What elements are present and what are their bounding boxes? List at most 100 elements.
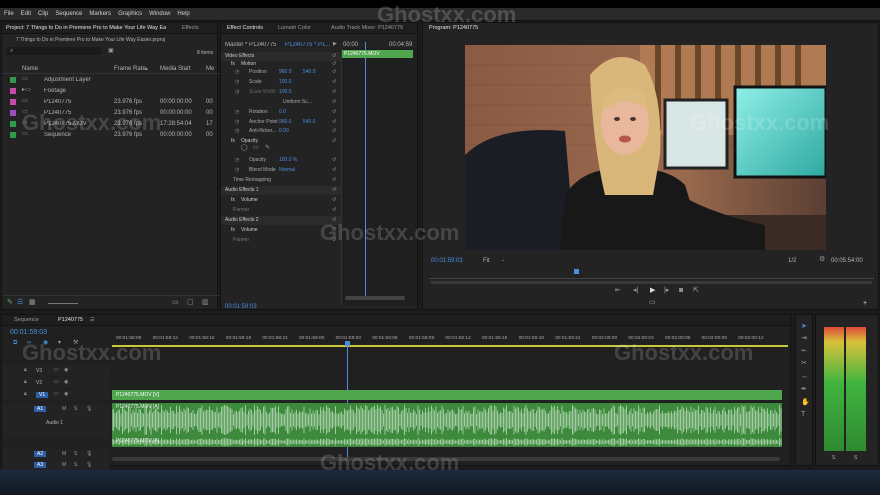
menu-item-edit[interactable]: Edit [17,8,34,17]
tab-effects[interactable]: Effects [182,25,199,31]
mic-icon[interactable]: 🎙︎ [86,462,92,469]
ec-playhead[interactable] [365,42,366,300]
col-name[interactable]: Name [22,66,38,72]
timeline-timecode[interactable]: 00:01:59:03 [10,329,47,336]
chevron-down-icon[interactable]: ⌄ [501,257,505,264]
tab-menu-icon[interactable]: ☰ [90,317,94,324]
program-scroll[interactable] [431,281,872,284]
wrench-icon[interactable]: ⚙ [819,256,825,263]
effect-row-scale_width[interactable]: ◷ Scale Width 100.0 ↺ [221,88,341,97]
program-timecode[interactable]: 00:01:59:03 [431,258,463,264]
reset-icon[interactable]: ↺ [332,79,336,86]
tab-project[interactable]: Project: 7 Things to Do in Premiere Pro … [6,25,166,31]
tab-lumetri-color[interactable]: Lumetri Color [278,25,311,31]
effect-row-anti[interactable]: ◷ Anti-flicker... 0.00 ↺ [221,127,341,136]
reset-icon[interactable]: ↺ [332,89,336,96]
rect-mask-icon[interactable]: ▭ [253,145,259,152]
stopwatch-icon[interactable]: ◷ [235,119,239,126]
effect-row-panner1[interactable]: Panner ↺ [221,206,341,215]
master-clip-label[interactable]: Master * P1240775... [225,42,277,48]
ripple-edit-tool-icon[interactable]: ⤝ [801,347,807,354]
audio-clip-a1[interactable]: P1240775.MOV [A] [112,403,782,437]
folder-icon[interactable]: ▣ [108,48,114,55]
fx-icon[interactable]: fx [231,61,235,68]
mic-icon[interactable]: 🎙︎ [86,406,92,413]
effect-value-y[interactable]: 540.0 [303,119,316,125]
resolution-dropdown[interactable]: 1/2 [788,258,796,264]
export-icon[interactable]: ⇱ [693,287,699,294]
clip-selector[interactable]: P1240775 * P1... [285,42,331,48]
step-forward-icon[interactable]: |▸ [664,287,669,294]
stopwatch-icon[interactable]: ◷ [235,79,239,86]
effect-row-uniform[interactable]: Uniform Sc... ↺ [221,98,341,107]
menu-item-file[interactable]: File [0,8,17,17]
program-playhead[interactable] [574,269,579,274]
razor-tool-icon[interactable]: ✂ [801,360,807,367]
project-item[interactable]: ▭ P1240775 23.976 fps 00:00:00:00 00 [2,97,219,108]
effect-row-position[interactable]: ◷ Position 960.0 540.0 ↺ [221,68,341,77]
reset-icon[interactable]: ↺ [332,207,336,214]
eye-icon[interactable]: ◉ [64,379,68,386]
effect-value[interactable]: 100.0 [279,89,292,95]
fx-icon[interactable]: fx [231,197,235,204]
menu-item-window[interactable]: Window [145,8,173,17]
audio-clip-a2[interactable]: P1240775.MOV [A] [112,437,782,447]
timeline-playhead-head[interactable] [345,341,350,346]
meter-solo-right[interactable]: S [854,455,857,461]
effect-row-scale[interactable]: ◷ Scale 100.0 ↺ [221,78,341,87]
new-item-icon[interactable]: ▢ [187,299,194,306]
hand-tool-icon[interactable]: ✋ [801,399,810,406]
lock-icon[interactable]: 🔒︎ [24,367,27,374]
fit-dropdown[interactable]: Fit [483,258,490,264]
track-header-v1[interactable]: 🔒︎ V1 ▭ ◉ [2,389,110,400]
effect-row-rotation[interactable]: ◷ Rotation 0.0 ↺ [221,108,341,117]
stopwatch-icon[interactable]: ◷ [235,89,239,96]
effect-row-opacity_label[interactable]: ◷ Opacity 100.0 % ↺ [221,156,341,165]
effect-value[interactable]: 960.0 [279,119,292,125]
camera-icon[interactable]: ◙ [679,287,683,294]
tab-p1240775[interactable]: P1240775 [58,317,83,323]
track-select-tool-icon[interactable]: ⇥ [801,335,807,342]
snap-icon[interactable]: ⧉ [13,340,17,347]
eye-icon[interactable]: ◉ [64,391,68,398]
new-bin-icon[interactable]: ▭ [172,299,179,306]
stopwatch-icon[interactable]: ◷ [235,69,239,76]
comparison-icon[interactable]: ▭ [649,299,656,306]
mic-icon[interactable]: 🎙︎ [86,451,92,458]
solo-icon[interactable]: S [74,451,77,458]
reset-icon[interactable]: ↺ [332,53,336,60]
col-media-start[interactable]: Media Start [160,66,191,72]
sync-lock-icon[interactable]: ▭ [54,367,59,374]
project-item[interactable]: ▭ Adjustment Layer [2,75,219,86]
pen-mask-icon[interactable]: ✎ [265,145,270,152]
reset-icon[interactable]: ↺ [332,177,336,184]
solo-icon[interactable]: S [74,406,77,413]
effect-value[interactable]: Normal [279,167,295,173]
eye-icon[interactable]: ◉ [64,367,68,374]
track-header-a2[interactable]: A2 M S 🎙︎ [2,449,110,459]
menu-item-help[interactable]: Help [173,8,192,17]
menu-item-markers[interactable]: Markers [85,8,114,17]
solo-icon[interactable]: S [74,462,77,469]
reset-icon[interactable]: ↺ [332,119,336,126]
search-icon[interactable]: ⌕ [10,48,13,55]
track-header-a1[interactable]: A1 M S 🎙︎ Audio 1 [2,404,110,438]
tab-effect-controls[interactable]: Effect Controls [227,25,263,31]
reset-icon[interactable]: ↺ [332,109,336,116]
pen-tool-icon[interactable]: ✒ [801,386,807,393]
stopwatch-icon[interactable]: ◷ [235,109,239,116]
effect-value[interactable]: 100.0 % [279,157,297,163]
effect-row-volume1[interactable]: fx Volume ↺ [221,196,341,205]
slip-tool-icon[interactable]: ↔ [801,373,808,380]
effect-row-remap[interactable]: Time Remapping ↺ [221,176,341,185]
track-header-a3[interactable]: A3 M S 🎙︎ [2,460,110,470]
reset-icon[interactable]: ↺ [332,187,336,194]
sync-lock-icon[interactable]: ▭ [54,379,59,386]
reset-icon[interactable]: ↺ [332,138,336,145]
reset-icon[interactable]: ↺ [332,167,336,174]
track-header-v2[interactable]: 🔒︎ V2 ▭ ◉ [2,377,110,388]
effect-value[interactable]: 0.00 [279,128,289,134]
ellipse-mask-icon[interactable]: ◯ [241,145,248,152]
zoom-slider[interactable] [48,303,78,304]
sync-lock-icon[interactable]: ▭ [54,391,59,398]
